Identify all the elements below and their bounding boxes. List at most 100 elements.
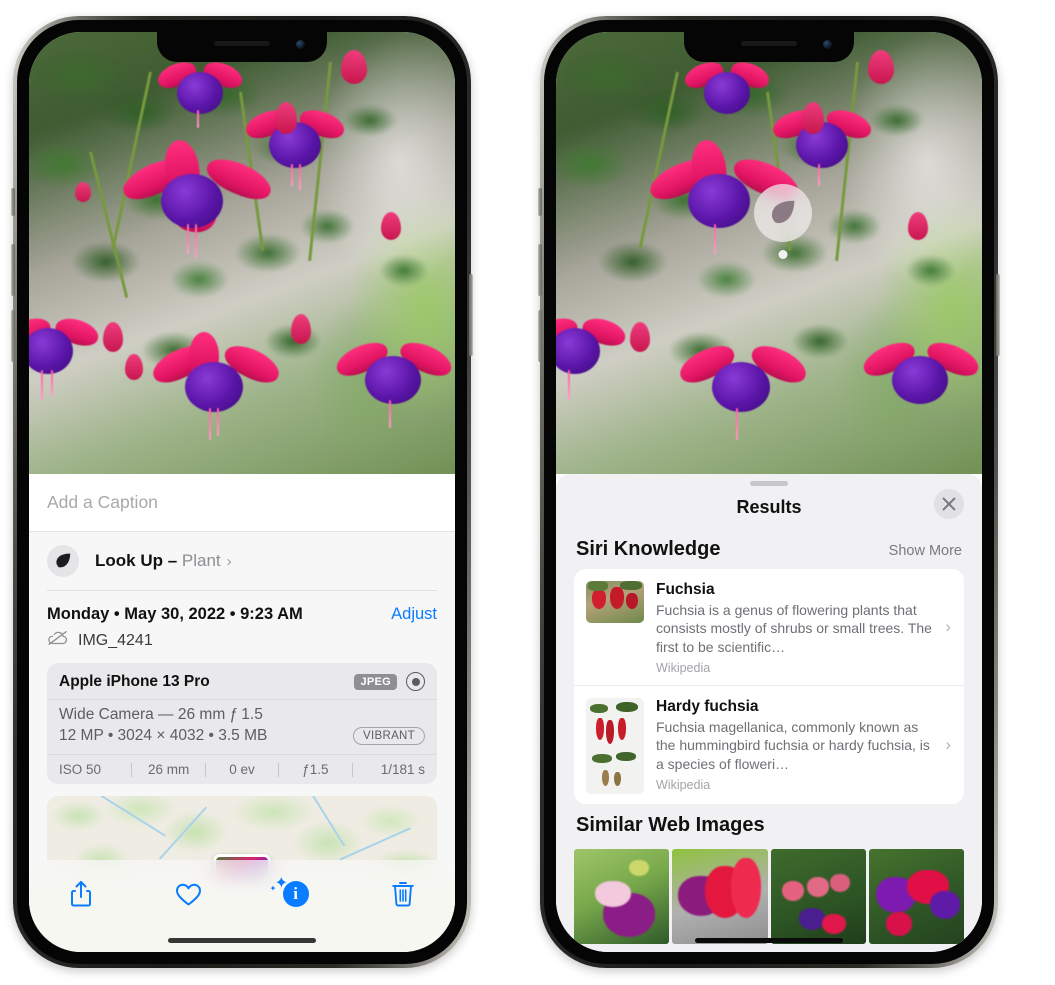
mute-switch[interactable] bbox=[538, 188, 542, 216]
knowledge-description: Fuchsia is a genus of flowering plants t… bbox=[656, 602, 932, 655]
chevron-right-icon: › bbox=[945, 616, 951, 636]
home-indicator[interactable] bbox=[695, 938, 843, 943]
look-up-subject: Plant bbox=[181, 551, 221, 570]
knowledge-row[interactable]: Fuchsia Fuchsia is a genus of flowering … bbox=[574, 569, 964, 685]
sparkle-small-icon: ✦ bbox=[269, 884, 277, 893]
knowledge-title: Hardy fuchsia bbox=[656, 697, 759, 715]
section-title: Similar Web Images bbox=[576, 813, 765, 836]
similar-images-grid bbox=[556, 848, 982, 944]
sparkle-icon: ✦ bbox=[29, 523, 32, 538]
knowledge-text: Hardy fuchsia Fuchsia magellanica, commo… bbox=[656, 698, 952, 794]
power-button[interactable] bbox=[996, 274, 1000, 356]
caption-input-row[interactable]: Add a Caption bbox=[29, 474, 455, 532]
photo-flower bbox=[681, 54, 773, 126]
section-title: Siri Knowledge bbox=[576, 538, 721, 560]
photo-bud bbox=[75, 182, 91, 202]
photo-flower bbox=[859, 330, 982, 430]
photo-info-sheet: Add a Caption ✦ ✦ Look Up – Plant › bbox=[29, 474, 455, 952]
photo-bud bbox=[275, 102, 297, 134]
visual-look-up-dot bbox=[778, 250, 788, 259]
visual-look-up-badge[interactable] bbox=[754, 184, 812, 259]
camera-lens-line: Wide Camera — 26 mm ƒ 1.5 bbox=[59, 706, 263, 723]
results-title: Results bbox=[736, 496, 802, 517]
notch bbox=[684, 32, 854, 62]
power-button[interactable] bbox=[469, 274, 473, 356]
chevron-right-icon: › bbox=[226, 552, 232, 570]
knowledge-thumbnail bbox=[586, 697, 644, 794]
icloud-slash-icon bbox=[47, 630, 69, 651]
photo-viewer[interactable] bbox=[29, 32, 455, 474]
iphone-left: Add a Caption ✦ ✦ Look Up – Plant › bbox=[11, 16, 473, 968]
knowledge-text: Fuchsia Fuchsia is a genus of flowering … bbox=[656, 581, 952, 675]
photo-flower bbox=[332, 330, 455, 430]
volume-down-button[interactable] bbox=[11, 310, 15, 362]
look-up-row[interactable]: ✦ ✦ Look Up – Plant › bbox=[29, 523, 455, 590]
photo-bud bbox=[630, 322, 650, 352]
caption-placeholder: Add a Caption bbox=[47, 492, 158, 512]
photo-bud bbox=[341, 50, 367, 84]
camera-device-name: Apple iPhone 13 Pro bbox=[59, 672, 210, 690]
photo-flower bbox=[674, 332, 812, 442]
photo-bud bbox=[125, 354, 143, 380]
info-button[interactable]: ✦ ✦ i bbox=[270, 874, 318, 914]
leaf-icon bbox=[772, 200, 795, 224]
volume-up-button[interactable] bbox=[11, 244, 15, 296]
leaf-icon bbox=[47, 545, 79, 577]
knowledge-title: Fuchsia bbox=[656, 581, 715, 598]
volume-down-button[interactable] bbox=[538, 310, 542, 362]
home-indicator[interactable] bbox=[168, 938, 316, 943]
camera-info-card[interactable]: Apple iPhone 13 Pro JPEG Wide Camera — 2… bbox=[47, 663, 437, 784]
photo-flower bbox=[154, 54, 246, 128]
close-button[interactable] bbox=[934, 489, 964, 519]
device-bezel: Add a Caption ✦ ✦ Look Up – Plant › bbox=[17, 20, 467, 964]
similar-image-4[interactable] bbox=[868, 848, 964, 944]
chevron-right-icon: › bbox=[945, 734, 951, 754]
delete-button[interactable] bbox=[381, 874, 425, 914]
adjust-button[interactable]: Adjust bbox=[391, 605, 437, 624]
screen-left: Add a Caption ✦ ✦ Look Up – Plant › bbox=[29, 32, 455, 952]
photo-bud bbox=[868, 50, 894, 84]
similar-image-2[interactable] bbox=[672, 848, 768, 944]
mute-switch[interactable] bbox=[11, 188, 15, 216]
results-header: Results bbox=[556, 486, 982, 528]
close-icon bbox=[942, 497, 956, 511]
photo-bud bbox=[802, 102, 824, 134]
knowledge-row[interactable]: Hardy fuchsia Fuchsia magellanica, commo… bbox=[574, 684, 964, 804]
screenshot-stage: Add a Caption ✦ ✦ Look Up – Plant › bbox=[0, 0, 1055, 985]
favorite-button[interactable] bbox=[166, 874, 210, 914]
look-up-prefix: Look Up – bbox=[95, 551, 182, 570]
similar-web-images-header: Similar Web Images bbox=[556, 804, 982, 845]
device-bezel: Results Siri Knowledge Show More Fuchsia… bbox=[544, 20, 994, 964]
similar-image-3[interactable] bbox=[770, 848, 866, 944]
siri-knowledge-header: Siri Knowledge Show More bbox=[556, 528, 982, 569]
camera-specs-line: 12 MP • 3024 × 4032 • 3.5 MB bbox=[59, 727, 268, 744]
results-sheet: Results Siri Knowledge Show More Fuchsia… bbox=[556, 474, 982, 952]
photo-bud bbox=[381, 212, 401, 240]
photo-bud bbox=[291, 314, 311, 344]
exif-shutter: 1/181 s bbox=[380, 762, 426, 777]
photo-flower bbox=[556, 308, 629, 404]
exif-focal: 26 mm bbox=[147, 762, 190, 777]
exif-iso: ISO 50 bbox=[59, 762, 102, 777]
photo-flower bbox=[147, 332, 285, 442]
photo-date: Monday • May 30, 2022 • 9:23 AM bbox=[47, 605, 303, 623]
siri-knowledge-card: Fuchsia Fuchsia is a genus of flowering … bbox=[574, 569, 964, 804]
screen-right: Results Siri Knowledge Show More Fuchsia… bbox=[556, 32, 982, 952]
earpiece-speaker bbox=[214, 41, 270, 46]
front-camera-icon bbox=[823, 40, 832, 49]
knowledge-description: Fuchsia magellanica, commonly known as t… bbox=[656, 718, 930, 772]
volume-up-button[interactable] bbox=[538, 244, 542, 296]
exif-row: ISO 50 26 mm 0 ev ƒ1.5 1/181 s bbox=[47, 754, 437, 784]
similar-image-1[interactable] bbox=[574, 848, 670, 944]
photographic-style-badge: VIBRANT bbox=[353, 727, 425, 745]
photo-viewer[interactable] bbox=[556, 32, 982, 474]
share-button[interactable] bbox=[59, 874, 103, 914]
photo-filename: IMG_4241 bbox=[78, 631, 153, 649]
exif-ev: 0 ev bbox=[229, 762, 255, 777]
notch bbox=[157, 32, 327, 62]
knowledge-source: Wikipedia bbox=[656, 660, 711, 675]
photo-flower bbox=[29, 308, 102, 404]
photo-bud bbox=[908, 212, 928, 240]
show-more-button[interactable]: Show More bbox=[889, 543, 962, 559]
knowledge-thumbnail bbox=[586, 581, 644, 623]
